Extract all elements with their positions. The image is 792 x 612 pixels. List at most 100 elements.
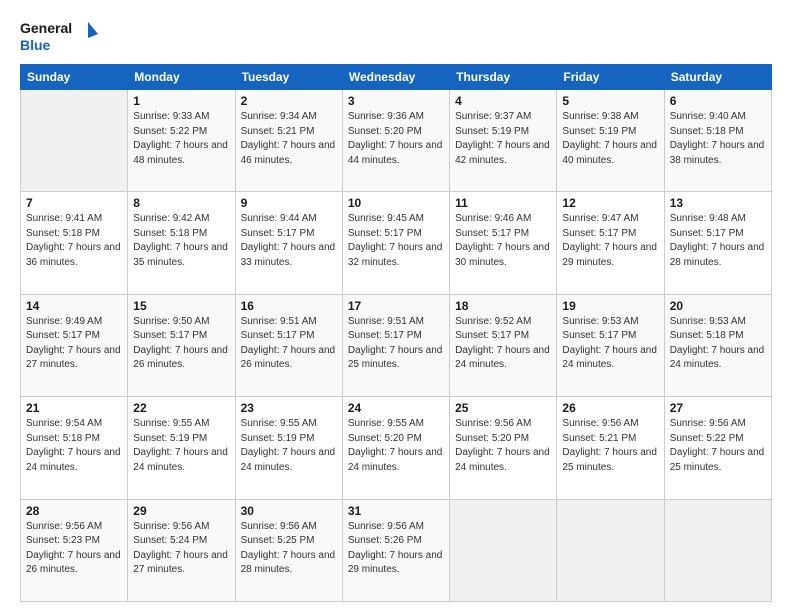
- day-cell: 25 Sunrise: 9:56 AMSunset: 5:20 PMDaylig…: [450, 397, 557, 499]
- day-detail: Sunrise: 9:55 AMSunset: 5:20 PMDaylight:…: [348, 417, 444, 475]
- col-header-friday: Friday: [557, 65, 664, 90]
- day-detail: Sunrise: 9:49 AMSunset: 5:17 PMDaylight:…: [26, 315, 122, 373]
- day-number: 9: [241, 196, 337, 210]
- day-detail: Sunrise: 9:41 AMSunset: 5:18 PMDaylight:…: [26, 212, 122, 270]
- day-detail: Sunrise: 9:56 AMSunset: 5:25 PMDaylight:…: [241, 520, 337, 578]
- day-number: 27: [670, 401, 766, 415]
- day-cell: 30 Sunrise: 9:56 AMSunset: 5:25 PMDaylig…: [235, 499, 342, 601]
- week-row-3: 14 Sunrise: 9:49 AMSunset: 5:17 PMDaylig…: [21, 294, 772, 396]
- day-cell: 9 Sunrise: 9:44 AMSunset: 5:17 PMDayligh…: [235, 192, 342, 294]
- day-number: 21: [26, 401, 122, 415]
- day-number: 30: [241, 504, 337, 518]
- week-row-5: 28 Sunrise: 9:56 AMSunset: 5:23 PMDaylig…: [21, 499, 772, 601]
- day-cell: 21 Sunrise: 9:54 AMSunset: 5:18 PMDaylig…: [21, 397, 128, 499]
- page: General Blue SundayMondayTuesdayWednesda…: [0, 0, 792, 612]
- day-cell: 27 Sunrise: 9:56 AMSunset: 5:22 PMDaylig…: [664, 397, 771, 499]
- day-detail: Sunrise: 9:33 AMSunset: 5:22 PMDaylight:…: [133, 110, 229, 168]
- day-cell: 14 Sunrise: 9:49 AMSunset: 5:17 PMDaylig…: [21, 294, 128, 396]
- day-number: 4: [455, 94, 551, 108]
- day-number: 19: [562, 299, 658, 313]
- day-cell: 13 Sunrise: 9:48 AMSunset: 5:17 PMDaylig…: [664, 192, 771, 294]
- day-number: 8: [133, 196, 229, 210]
- week-row-4: 21 Sunrise: 9:54 AMSunset: 5:18 PMDaylig…: [21, 397, 772, 499]
- day-detail: Sunrise: 9:50 AMSunset: 5:17 PMDaylight:…: [133, 315, 229, 373]
- col-header-monday: Monday: [128, 65, 235, 90]
- day-number: 24: [348, 401, 444, 415]
- day-detail: Sunrise: 9:48 AMSunset: 5:17 PMDaylight:…: [670, 212, 766, 270]
- day-number: 1: [133, 94, 229, 108]
- day-cell: 24 Sunrise: 9:55 AMSunset: 5:20 PMDaylig…: [342, 397, 449, 499]
- day-detail: Sunrise: 9:37 AMSunset: 5:19 PMDaylight:…: [455, 110, 551, 168]
- col-header-sunday: Sunday: [21, 65, 128, 90]
- day-cell: 18 Sunrise: 9:52 AMSunset: 5:17 PMDaylig…: [450, 294, 557, 396]
- day-cell: 28 Sunrise: 9:56 AMSunset: 5:23 PMDaylig…: [21, 499, 128, 601]
- day-detail: Sunrise: 9:45 AMSunset: 5:17 PMDaylight:…: [348, 212, 444, 270]
- day-detail: Sunrise: 9:55 AMSunset: 5:19 PMDaylight:…: [133, 417, 229, 475]
- day-detail: Sunrise: 9:56 AMSunset: 5:20 PMDaylight:…: [455, 417, 551, 475]
- day-number: 17: [348, 299, 444, 313]
- day-cell: [21, 90, 128, 192]
- day-detail: Sunrise: 9:40 AMSunset: 5:18 PMDaylight:…: [670, 110, 766, 168]
- day-number: 10: [348, 196, 444, 210]
- day-cell: 7 Sunrise: 9:41 AMSunset: 5:18 PMDayligh…: [21, 192, 128, 294]
- day-number: 2: [241, 94, 337, 108]
- day-detail: Sunrise: 9:44 AMSunset: 5:17 PMDaylight:…: [241, 212, 337, 270]
- day-number: 5: [562, 94, 658, 108]
- day-number: 15: [133, 299, 229, 313]
- day-number: 6: [670, 94, 766, 108]
- day-cell: 20 Sunrise: 9:53 AMSunset: 5:18 PMDaylig…: [664, 294, 771, 396]
- day-cell: 6 Sunrise: 9:40 AMSunset: 5:18 PMDayligh…: [664, 90, 771, 192]
- day-number: 31: [348, 504, 444, 518]
- col-header-thursday: Thursday: [450, 65, 557, 90]
- day-cell: 10 Sunrise: 9:45 AMSunset: 5:17 PMDaylig…: [342, 192, 449, 294]
- day-number: 14: [26, 299, 122, 313]
- day-number: 16: [241, 299, 337, 313]
- day-cell: 3 Sunrise: 9:36 AMSunset: 5:20 PMDayligh…: [342, 90, 449, 192]
- day-detail: Sunrise: 9:53 AMSunset: 5:17 PMDaylight:…: [562, 315, 658, 373]
- day-detail: Sunrise: 9:38 AMSunset: 5:19 PMDaylight:…: [562, 110, 658, 168]
- day-cell: 8 Sunrise: 9:42 AMSunset: 5:18 PMDayligh…: [128, 192, 235, 294]
- day-cell: [664, 499, 771, 601]
- day-number: 3: [348, 94, 444, 108]
- calendar-header-row: SundayMondayTuesdayWednesdayThursdayFrid…: [21, 65, 772, 90]
- calendar-table: SundayMondayTuesdayWednesdayThursdayFrid…: [20, 64, 772, 602]
- week-row-2: 7 Sunrise: 9:41 AMSunset: 5:18 PMDayligh…: [21, 192, 772, 294]
- day-cell: 11 Sunrise: 9:46 AMSunset: 5:17 PMDaylig…: [450, 192, 557, 294]
- logo-svg: General Blue: [20, 16, 100, 54]
- day-detail: Sunrise: 9:46 AMSunset: 5:17 PMDaylight:…: [455, 212, 551, 270]
- day-number: 18: [455, 299, 551, 313]
- day-detail: Sunrise: 9:53 AMSunset: 5:18 PMDaylight:…: [670, 315, 766, 373]
- day-detail: Sunrise: 9:56 AMSunset: 5:23 PMDaylight:…: [26, 520, 122, 578]
- day-cell: 22 Sunrise: 9:55 AMSunset: 5:19 PMDaylig…: [128, 397, 235, 499]
- day-number: 26: [562, 401, 658, 415]
- svg-text:Blue: Blue: [20, 37, 51, 53]
- day-cell: 16 Sunrise: 9:51 AMSunset: 5:17 PMDaylig…: [235, 294, 342, 396]
- header: General Blue: [20, 16, 772, 54]
- day-detail: Sunrise: 9:47 AMSunset: 5:17 PMDaylight:…: [562, 212, 658, 270]
- day-number: 7: [26, 196, 122, 210]
- day-detail: Sunrise: 9:51 AMSunset: 5:17 PMDaylight:…: [348, 315, 444, 373]
- day-cell: [450, 499, 557, 601]
- day-number: 29: [133, 504, 229, 518]
- day-detail: Sunrise: 9:34 AMSunset: 5:21 PMDaylight:…: [241, 110, 337, 168]
- day-detail: Sunrise: 9:51 AMSunset: 5:17 PMDaylight:…: [241, 315, 337, 373]
- day-detail: Sunrise: 9:56 AMSunset: 5:24 PMDaylight:…: [133, 520, 229, 578]
- day-number: 13: [670, 196, 766, 210]
- day-detail: Sunrise: 9:54 AMSunset: 5:18 PMDaylight:…: [26, 417, 122, 475]
- day-detail: Sunrise: 9:56 AMSunset: 5:26 PMDaylight:…: [348, 520, 444, 578]
- day-cell: 17 Sunrise: 9:51 AMSunset: 5:17 PMDaylig…: [342, 294, 449, 396]
- day-cell: 29 Sunrise: 9:56 AMSunset: 5:24 PMDaylig…: [128, 499, 235, 601]
- day-detail: Sunrise: 9:36 AMSunset: 5:20 PMDaylight:…: [348, 110, 444, 168]
- day-number: 23: [241, 401, 337, 415]
- day-number: 12: [562, 196, 658, 210]
- day-number: 20: [670, 299, 766, 313]
- day-cell: [557, 499, 664, 601]
- day-number: 28: [26, 504, 122, 518]
- day-cell: 1 Sunrise: 9:33 AMSunset: 5:22 PMDayligh…: [128, 90, 235, 192]
- day-number: 22: [133, 401, 229, 415]
- day-number: 11: [455, 196, 551, 210]
- day-detail: Sunrise: 9:55 AMSunset: 5:19 PMDaylight:…: [241, 417, 337, 475]
- day-cell: 4 Sunrise: 9:37 AMSunset: 5:19 PMDayligh…: [450, 90, 557, 192]
- col-header-tuesday: Tuesday: [235, 65, 342, 90]
- day-cell: 31 Sunrise: 9:56 AMSunset: 5:26 PMDaylig…: [342, 499, 449, 601]
